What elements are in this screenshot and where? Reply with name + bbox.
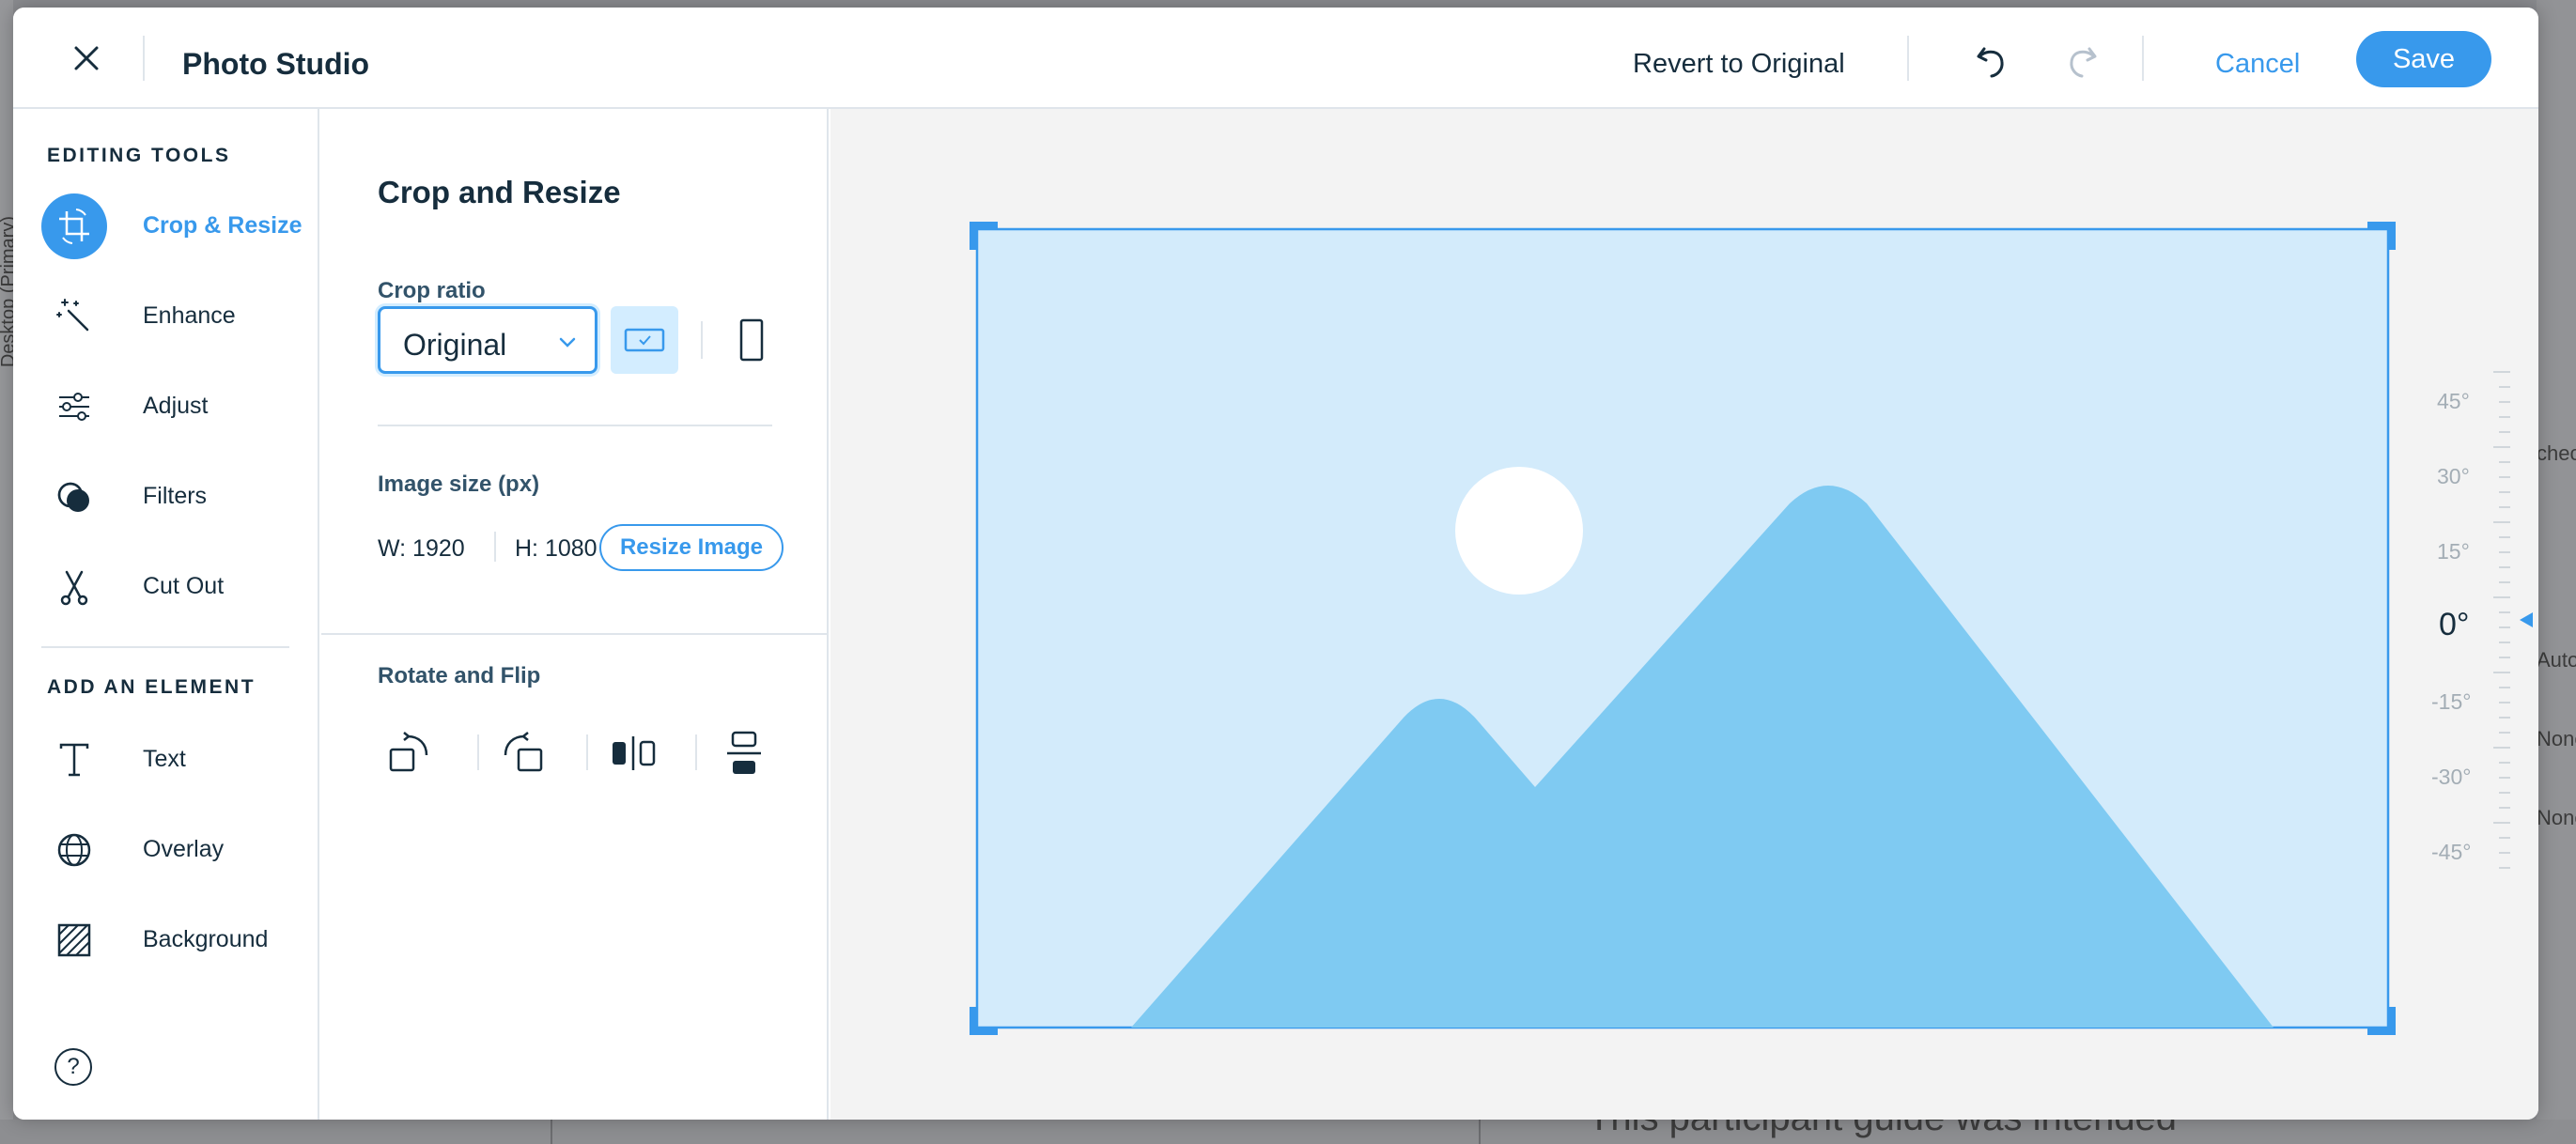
image-canvas: 45° 30° 15° 0° -15° -30° -45° [830,109,2538,1120]
tool-enhance[interactable]: Enhance [41,280,304,351]
tool-label: Enhance [143,302,236,329]
tool-label: Filters [143,483,208,509]
image-width-value: W: 1920 [378,535,465,562]
sun-shape [1455,467,1583,595]
tool-label: Background [143,926,269,952]
header-divider [2142,36,2144,81]
close-icon [74,46,99,70]
background-right-text: Auto [2537,648,2576,672]
filters-icon [41,464,107,530]
chevron-down-icon [559,337,576,348]
ratio-divider [701,321,703,359]
add-element-heading: ADD AN ELEMENT [47,676,256,698]
tool-label: Overlay [143,836,225,862]
help-icon[interactable]: ? [54,1048,92,1086]
angle-ruler[interactable] [2493,371,2510,869]
angle-label: -30° [2431,765,2472,789]
revert-to-original-button[interactable]: Revert to Original [1633,49,1845,80]
angle-label: 15° [2437,539,2470,564]
rotate-divider [695,734,697,770]
tools-sidebar: EDITING TOOLS Crop & Resize Enhance Adju… [13,109,319,1120]
tool-crop-resize[interactable]: Crop & Resize [41,190,304,261]
header-divider [1907,36,1909,81]
sliders-icon [41,374,107,440]
tool-text[interactable]: Text [41,723,304,795]
landscape-icon [624,328,665,352]
rotate-right-button[interactable] [378,721,442,785]
angle-label: 30° [2437,464,2470,488]
modal-header: Photo Studio Revert to Original Cancel S… [13,8,2538,109]
rotate-divider [477,734,479,770]
header-divider [143,36,145,81]
background-right-panel [2537,0,2576,1144]
background-right-text: checl [2537,441,2576,465]
image-preview[interactable] [830,109,2538,1120]
tool-overlay[interactable]: Overlay [41,813,304,885]
text-icon [41,727,107,793]
close-button[interactable] [62,34,111,83]
tools-divider [41,646,289,648]
background-divider [1479,1118,1481,1144]
crop-ratio-label: Crop ratio [378,278,486,303]
scissors-icon [41,554,107,620]
rotate-flip-label: Rotate and Flip [378,663,541,688]
tool-label: Adjust [143,393,209,419]
rotate-left-icon [504,732,543,772]
panel-divider [321,633,829,635]
tool-label: Cut Out [143,573,225,599]
rotate-divider [586,734,588,770]
background-icon [41,907,107,973]
size-divider [494,532,496,562]
tool-label: Crop & Resize [143,212,303,239]
panel-divider [378,425,772,426]
save-button[interactable]: Save [2356,31,2491,87]
overlay-icon [41,817,107,883]
page-title: Photo Studio [182,47,370,81]
redo-icon[interactable] [2061,39,2103,81]
flip-horizontal-button[interactable] [601,721,665,785]
crop-ratio-dropdown[interactable]: Original [378,306,597,374]
magic-wand-icon [41,284,107,349]
portrait-ratio-button[interactable] [718,306,785,374]
resize-image-button[interactable]: Resize Image [599,524,784,571]
flip-horizontal-icon [613,736,656,770]
current-angle-value: 0° [2439,607,2470,642]
image-size-label: Image size (px) [378,472,540,497]
background-right-text: None [2537,806,2576,829]
tool-cut-out[interactable]: Cut Out [41,550,304,622]
cancel-button[interactable]: Cancel [2215,49,2300,80]
angle-label: -45° [2431,840,2472,864]
landscape-ratio-button[interactable] [611,306,678,374]
flip-vertical-icon [727,731,761,774]
panel-title: Crop and Resize [378,175,621,209]
editing-tools-heading: EDITING TOOLS [47,145,231,166]
tool-background[interactable]: Background [41,904,304,975]
background-right-text: None [2537,727,2576,750]
background-left-strip [0,0,13,1144]
tool-filters[interactable]: Filters [41,460,304,532]
crop-icon [41,193,107,259]
crop-ratio-value: Original [403,328,507,362]
rotate-right-icon [389,732,428,772]
tool-adjust[interactable]: Adjust [41,370,304,441]
angle-label: -15° [2431,689,2472,714]
background-bottom-strip [0,1120,2576,1144]
undo-icon[interactable] [1971,39,2012,81]
angle-pointer-icon [2520,612,2533,627]
background-divider [551,1118,552,1144]
image-height-value: H: 1080 [515,535,597,562]
angle-label: 45° [2437,389,2470,413]
photo-studio-modal: Photo Studio Revert to Original Cancel S… [13,8,2538,1120]
tool-label: Text [143,746,186,772]
rotate-left-button[interactable] [490,721,554,785]
crop-resize-panel: Crop and Resize Crop ratio Original Imag… [321,109,829,1120]
flip-vertical-button[interactable] [712,721,776,785]
portrait-icon [739,318,764,362]
